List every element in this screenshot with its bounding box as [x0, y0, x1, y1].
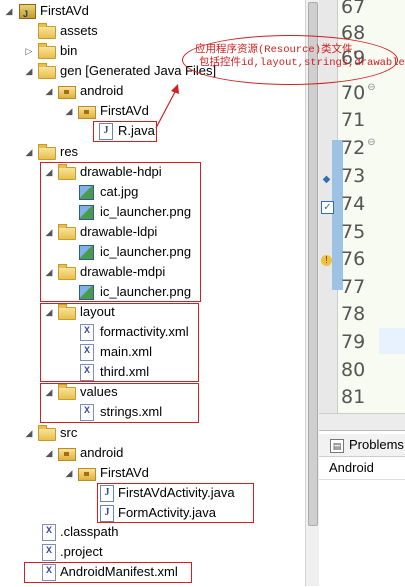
- package-icon: [78, 106, 96, 119]
- expand-arrow-icon[interactable]: ◢: [24, 61, 34, 81]
- tree-item-label: res: [60, 144, 79, 159]
- tree-vertical-scrollbar[interactable]: [305, 0, 319, 586]
- line-number: 71: [341, 109, 366, 131]
- android-row[interactable]: Android: [319, 457, 405, 480]
- tree-item-label: assets: [60, 23, 98, 38]
- tree-item-label: bin: [60, 43, 78, 58]
- line-number: 70 ⊖: [341, 82, 376, 104]
- task-checkbox-icon: ✓: [321, 201, 334, 214]
- package-icon: [58, 86, 76, 99]
- expand-arrow-icon[interactable]: ◢: [44, 443, 54, 463]
- tree-item-label: .project: [60, 544, 103, 559]
- line-number: 74: [341, 193, 366, 215]
- expand-arrow-icon[interactable]: ◢: [24, 423, 34, 443]
- tree-item-label: android: [80, 83, 124, 98]
- annotation-arrow: [155, 84, 179, 129]
- expand-arrow-icon[interactable]: ◢: [64, 101, 74, 121]
- tree-item-src[interactable]: ◢ src: [0, 423, 318, 443]
- highlight-box-drawables: [40, 162, 201, 302]
- package-icon: [78, 468, 96, 481]
- highlight-box-manifest: [24, 562, 192, 583]
- tree-item-src-firstavd[interactable]: ◢ FirstAVd: [0, 463, 318, 483]
- bookmark-marker-icon: ◆: [322, 174, 331, 185]
- highlight-box-src-java: [97, 483, 254, 523]
- tree-item-label: .classpath: [60, 524, 119, 539]
- tree-item-label: src: [60, 425, 78, 440]
- tree-item-classpath[interactable]: X .classpath: [0, 522, 318, 542]
- highlight-box-r-java: [93, 121, 157, 142]
- line-number: 75: [341, 221, 366, 243]
- annotation-line-2: 包括控件id,layout,strings,drawable: [199, 57, 405, 69]
- highlight-box-layout: [40, 303, 199, 382]
- expand-arrow-icon[interactable]: ◢: [24, 142, 34, 162]
- tree-item-project[interactable]: ◢ FirstAVd: [0, 1, 318, 24]
- folder-icon: [38, 43, 56, 59]
- folder-icon: [38, 23, 56, 39]
- source-folder-icon: [38, 425, 56, 441]
- expand-arrow-icon[interactable]: ◢: [4, 1, 14, 21]
- tree-item-label: FirstAVd: [100, 465, 149, 480]
- lightbulb-warning-icon: !: [321, 255, 332, 266]
- xml-file-icon: X: [42, 524, 56, 541]
- tree-item-res[interactable]: ◢ res: [0, 142, 318, 162]
- tab-problems[interactable]: ▤ Problems: [319, 434, 405, 457]
- line-number: 76: [341, 248, 366, 270]
- expand-arrow-icon[interactable]: ◢: [64, 463, 74, 483]
- xml-file-icon: X: [42, 544, 56, 561]
- highlight-box-values: [40, 383, 199, 423]
- tree-item-src-android[interactable]: ◢ android: [0, 443, 318, 463]
- fold-collapse-icon[interactable]: ⊖: [367, 137, 375, 148]
- annotation-callout: 应用程序资源(Resource)类文件, 包括控件id,layout,strin…: [182, 35, 405, 85]
- android-label: Android: [329, 460, 374, 475]
- tree-item-label: android: [80, 445, 124, 460]
- package-icon: [58, 448, 76, 461]
- line-number: 78: [341, 303, 366, 325]
- tab-label: Problems: [349, 437, 404, 452]
- line-number: 81: [341, 386, 366, 408]
- tree-item-label: FirstAVd: [40, 3, 89, 18]
- editor-horizontal-scrollbar[interactable]: [319, 413, 405, 430]
- line-number: 79: [341, 331, 366, 353]
- tree-item-project-file[interactable]: X .project: [0, 542, 318, 562]
- line-number: 80: [341, 359, 366, 381]
- bottom-panel: ▤ Problems Android: [319, 430, 405, 587]
- tree-item-label: FirstAVd: [100, 103, 149, 118]
- line-number: 67: [341, 0, 366, 18]
- folder-icon: [38, 144, 56, 160]
- source-folder-icon: [38, 63, 56, 79]
- line-number: 73: [341, 165, 366, 187]
- line-number: 77: [341, 276, 366, 298]
- problems-icon: ▤: [330, 439, 344, 453]
- line-number: 72 ⊖: [341, 137, 376, 159]
- expand-arrow-icon[interactable]: ◢: [44, 81, 54, 101]
- collapse-arrow-icon[interactable]: ▷: [24, 41, 34, 61]
- android-project-icon: [19, 4, 36, 24]
- fold-collapse-icon[interactable]: ⊖: [367, 82, 375, 93]
